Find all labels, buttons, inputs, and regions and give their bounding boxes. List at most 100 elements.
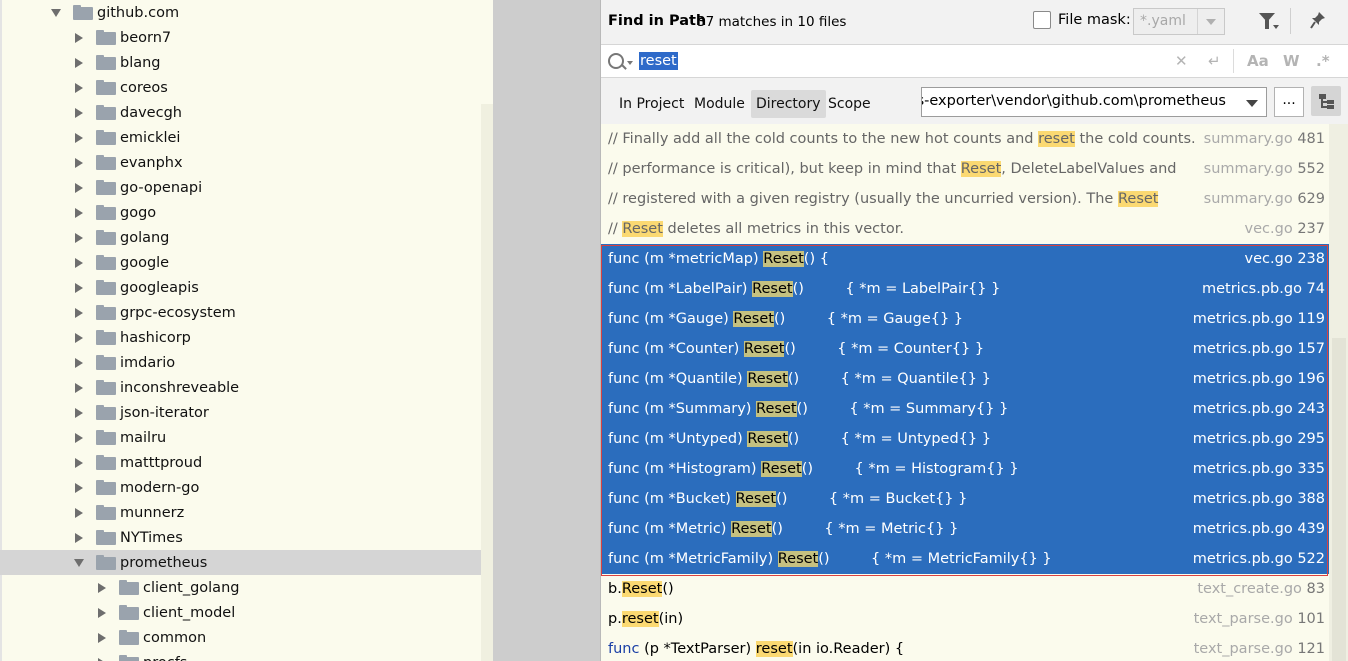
regex-toggle[interactable]: .* [1316, 52, 1330, 70]
search-history-chevron-icon[interactable] [627, 61, 633, 65]
result-row[interactable]: // performance is critical), but keep in… [601, 154, 1329, 184]
chevron-right-icon[interactable] [75, 457, 83, 468]
chevron-right-icon[interactable] [75, 132, 83, 143]
newline-icon[interactable]: ↵ [1208, 52, 1221, 70]
clear-icon[interactable]: ✕ [1175, 52, 1188, 70]
result-row[interactable]: func (p *TextParser) reset(in io.Reader)… [601, 634, 1329, 661]
result-row[interactable]: func (m *Gauge) Reset() { *m = Gauge{} }… [601, 304, 1329, 334]
recursive-tree-icon[interactable] [1311, 86, 1341, 116]
chevron-right-icon[interactable] [98, 632, 106, 643]
chevron-down-icon[interactable] [51, 8, 61, 17]
tree-item[interactable]: beorn7 [0, 25, 493, 50]
tree-item[interactable]: github.com [0, 0, 493, 25]
filter-icon[interactable] [1259, 13, 1279, 31]
code-before-match: func (m *Untyped) [608, 431, 748, 447]
tree-item[interactable]: gogo [0, 200, 493, 225]
chevron-right-icon[interactable] [75, 432, 83, 443]
result-row[interactable]: func (m *metricMap) Reset() {vec.go 238 [601, 244, 1329, 274]
file-mask-label[interactable]: File mask: [1058, 12, 1131, 28]
chevron-right-icon[interactable] [75, 507, 83, 518]
chevron-right-icon[interactable] [98, 657, 106, 661]
chevron-right-icon[interactable] [75, 82, 83, 93]
chevron-right-icon[interactable] [75, 407, 83, 418]
chevron-right-icon[interactable] [75, 357, 83, 368]
pin-icon[interactable] [1310, 11, 1326, 29]
match-case-toggle[interactable]: Aa [1247, 52, 1269, 70]
tree-scrollbar-track[interactable] [481, 104, 493, 661]
directory-path-input[interactable]: ~/go/src/k8s.io/kube-state-metrics/vendo… [921, 87, 1239, 117]
chevron-right-icon[interactable] [75, 207, 83, 218]
tree-item[interactable]: client_model [0, 600, 493, 625]
chevron-right-icon[interactable] [75, 307, 83, 318]
tree-item[interactable]: munnerz [0, 500, 493, 525]
chevron-right-icon[interactable] [75, 532, 83, 543]
tree-item[interactable]: google [0, 250, 493, 275]
chevron-down-icon[interactable] [1238, 87, 1267, 117]
search-icon[interactable] [608, 53, 624, 69]
tree-item[interactable]: inconshreveable [0, 375, 493, 400]
tab-directory[interactable]: Directory [751, 90, 826, 118]
chevron-right-icon[interactable] [98, 582, 106, 593]
result-row[interactable]: // Finally add all the cold counts to th… [601, 124, 1329, 154]
results-scrollbar[interactable] [1329, 124, 1348, 661]
tree-item[interactable]: hashicorp [0, 325, 493, 350]
file-mask-checkbox[interactable] [1033, 11, 1051, 29]
tree-item[interactable]: prometheus [0, 550, 493, 575]
tree-item[interactable]: emicklei [0, 125, 493, 150]
result-code: // registered with a given registry (usu… [608, 184, 1159, 214]
result-row[interactable]: func (m *Untyped) Reset() { *m = Untyped… [601, 424, 1329, 454]
tree-item[interactable]: imdario [0, 350, 493, 375]
tree-item[interactable]: json-iterator [0, 400, 493, 425]
tab-module[interactable]: Module [689, 90, 750, 118]
tree-item[interactable]: common [0, 625, 493, 650]
tree-item[interactable]: coreos [0, 75, 493, 100]
chevron-right-icon[interactable] [75, 57, 83, 68]
chevron-right-icon[interactable] [98, 607, 106, 618]
tree-item[interactable]: davecgh [0, 100, 493, 125]
result-row[interactable]: func (m *Bucket) Reset() { *m = Bucket{}… [601, 484, 1329, 514]
tree-item[interactable]: golang [0, 225, 493, 250]
chevron-right-icon[interactable] [75, 157, 83, 168]
tree-item[interactable]: evanphx [0, 150, 493, 175]
result-row[interactable]: p.reset(in) text_parse.go 101 [601, 604, 1329, 634]
tab-in-project[interactable]: In Project [614, 90, 689, 118]
tab-scope[interactable]: Scope [823, 90, 876, 118]
tree-item[interactable]: grpc-ecosystem [0, 300, 493, 325]
result-row[interactable]: func (m *Quantile) Reset() { *m = Quanti… [601, 364, 1329, 394]
file-mask-combo[interactable]: *.yaml [1133, 8, 1225, 35]
result-row[interactable]: b.Reset() text_create.go 83 [601, 574, 1329, 604]
chevron-right-icon[interactable] [75, 257, 83, 268]
result-row[interactable]: func (m *Counter) Reset() { *m = Counter… [601, 334, 1329, 364]
chevron-right-icon[interactable] [75, 32, 83, 43]
tree-item[interactable]: modern-go [0, 475, 493, 500]
browse-button[interactable]: ... [1274, 87, 1304, 117]
results-scrollbar-thumb[interactable] [1332, 338, 1346, 661]
chevron-right-icon[interactable] [75, 232, 83, 243]
chevron-right-icon[interactable] [75, 282, 83, 293]
result-row[interactable]: func (m *Histogram) Reset() { *m = Histo… [601, 454, 1329, 484]
tree-item[interactable]: procfs [0, 650, 493, 661]
chevron-right-icon[interactable] [75, 332, 83, 343]
result-row[interactable]: func (m *MetricFamily) Reset() { *m = Me… [601, 544, 1329, 574]
chevron-right-icon[interactable] [75, 107, 83, 118]
tree-item[interactable]: googleapis [0, 275, 493, 300]
chevron-right-icon[interactable] [75, 182, 83, 193]
chevron-down-icon[interactable] [1197, 9, 1224, 34]
result-row[interactable]: func (m *LabelPair) Reset() { *m = Label… [601, 274, 1329, 304]
directory-path-value: ~/go/src/k8s.io/kube-state-metrics/vendo… [922, 93, 1226, 109]
whole-words-toggle[interactable]: W [1283, 52, 1300, 70]
tree-item[interactable]: mailru [0, 425, 493, 450]
result-row[interactable]: // registered with a given registry (usu… [601, 184, 1329, 214]
tree-item[interactable]: blang [0, 50, 493, 75]
tree-item[interactable]: go-openapi [0, 175, 493, 200]
tree-item[interactable]: NYTimes [0, 525, 493, 550]
result-row[interactable]: func (m *Metric) Reset() { *m = Metric{}… [601, 514, 1329, 544]
chevron-down-icon[interactable] [74, 558, 84, 567]
result-row[interactable]: func (m *Summary) Reset() { *m = Summary… [601, 394, 1329, 424]
chevron-right-icon[interactable] [75, 382, 83, 393]
chevron-right-icon[interactable] [75, 482, 83, 493]
tree-item[interactable]: matttproud [0, 450, 493, 475]
result-row[interactable]: // Reset deletes all metrics in this vec… [601, 214, 1329, 244]
search-input[interactable]: reset [639, 52, 678, 70]
tree-item[interactable]: client_golang [0, 575, 493, 600]
